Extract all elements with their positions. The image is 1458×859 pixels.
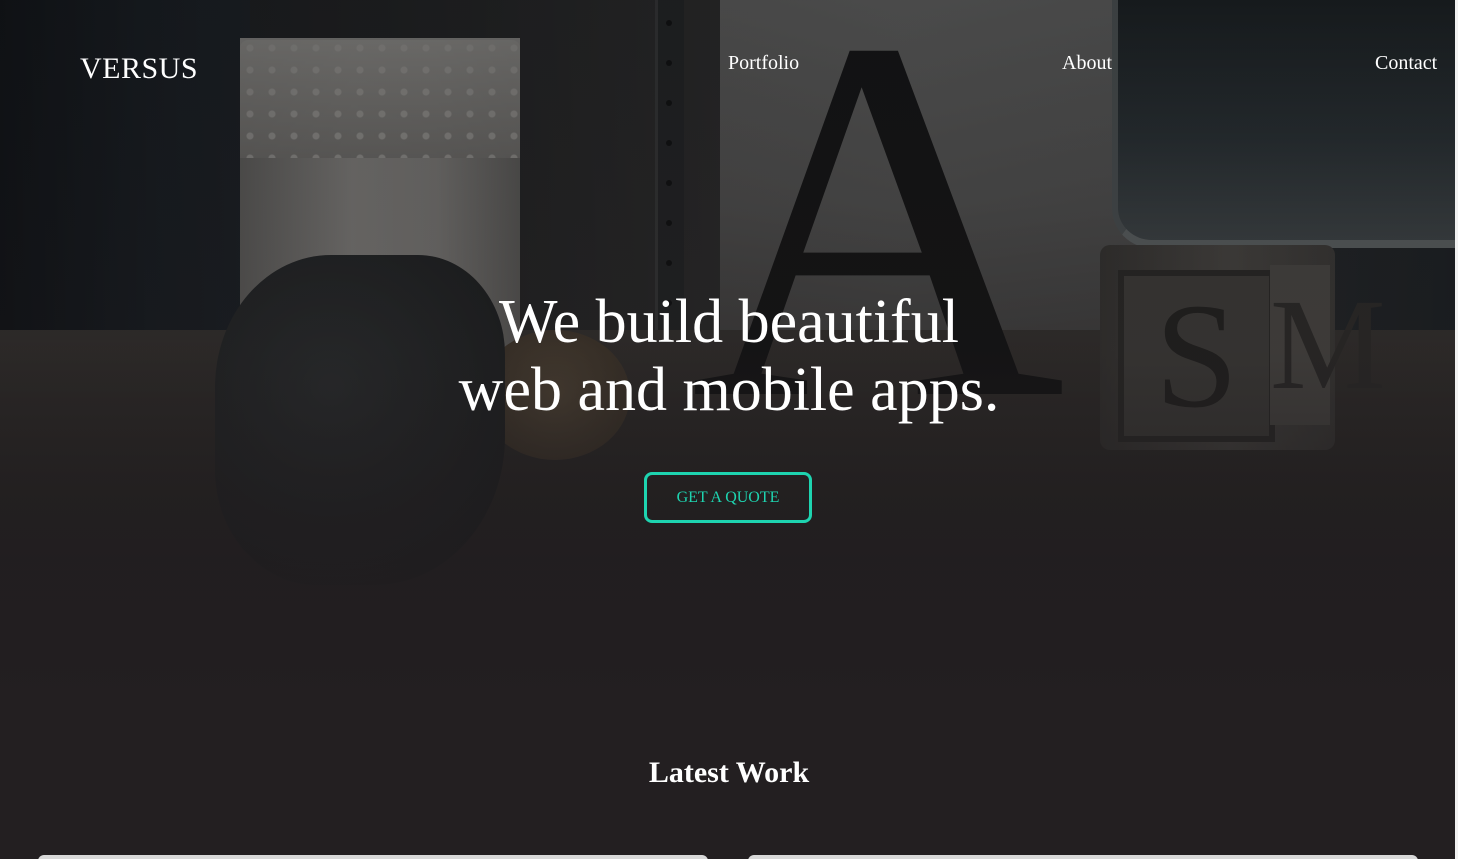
get-a-quote-button[interactable]: GET A QUOTE — [644, 472, 812, 523]
landing-page: A S M VERSUS Portfolio About Contact We … — [0, 0, 1458, 859]
hero-headline: We build beautiful web and mobile apps. — [0, 288, 1458, 424]
brand-logo[interactable]: VERSUS — [80, 52, 198, 86]
nav-link-contact[interactable]: Contact — [1375, 52, 1437, 75]
nav-link-portfolio[interactable]: Portfolio — [728, 52, 799, 75]
portfolio-card[interactable] — [748, 855, 1418, 859]
hero-headline-line-1: We build beautiful — [499, 288, 959, 356]
portfolio-card[interactable] — [38, 855, 708, 859]
hero-headline-line-2: web and mobile apps. — [458, 356, 1000, 424]
latest-work-heading: Latest Work — [648, 756, 810, 789]
nav-link-about[interactable]: About — [1062, 52, 1112, 75]
